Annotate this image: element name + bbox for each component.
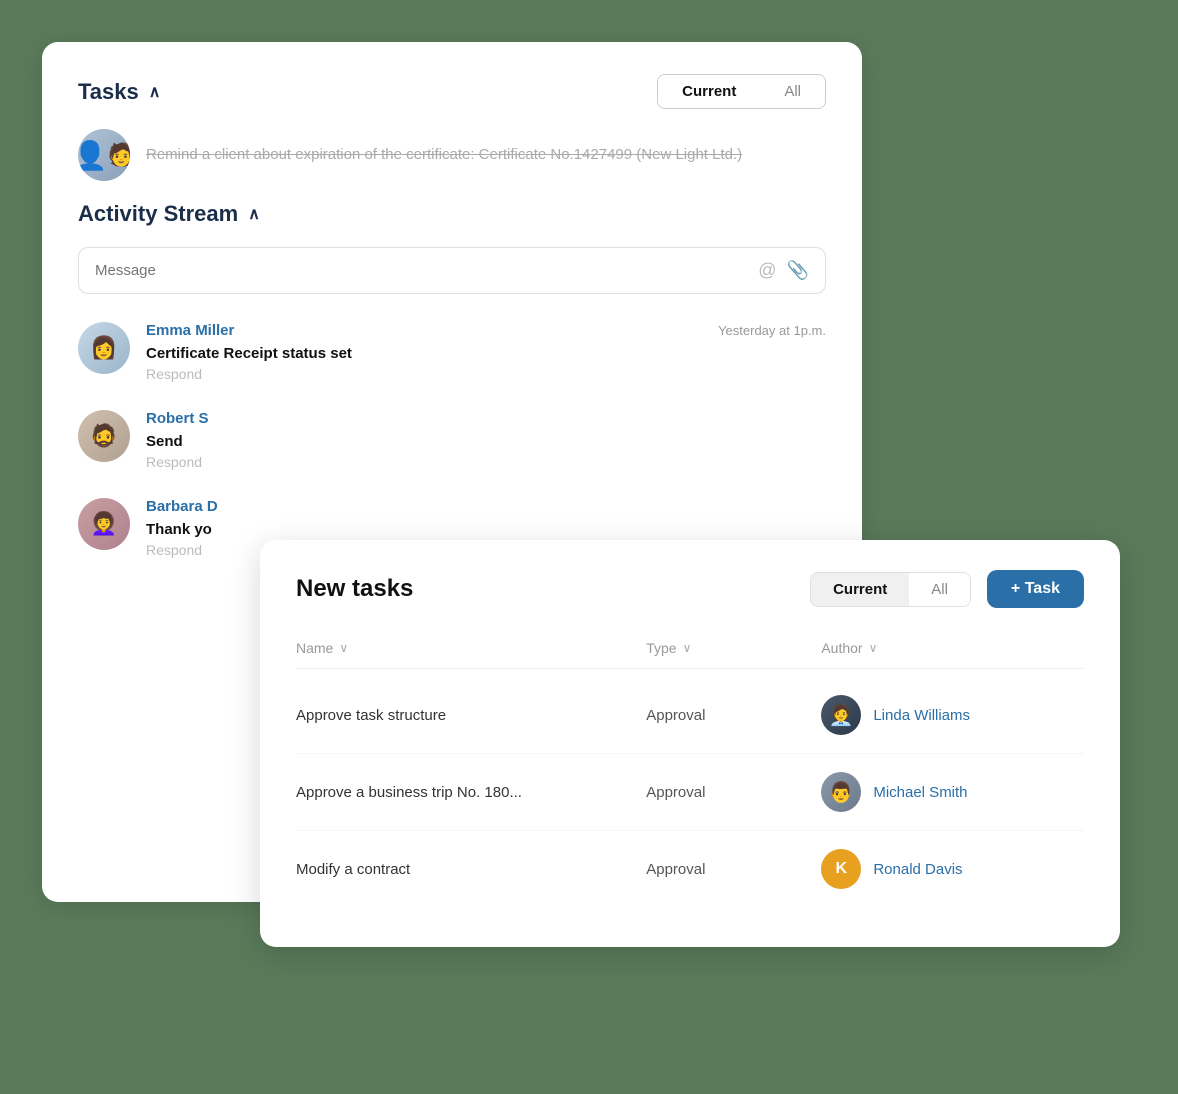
task-text: Remind a client about expiration of the … [146, 144, 742, 167]
overlay-toggle-group: Current All [810, 572, 971, 607]
activity-name-1[interactable]: Robert S [146, 410, 209, 427]
message-input-row[interactable]: @ 📎 [78, 247, 826, 294]
message-input[interactable] [95, 262, 748, 279]
row-2-name: Modify a contract [296, 861, 646, 878]
activity-respond-0[interactable]: Respond [146, 366, 826, 382]
tasks-all-btn[interactable]: All [760, 75, 825, 108]
row-2-type: Approval [646, 861, 821, 878]
overlay-controls: Current All + Task [810, 570, 1084, 608]
activity-chevron-icon[interactable]: ∧ [248, 204, 260, 224]
table-row-0: Approve task structure Approval 🧑‍💼 Lind… [296, 677, 1084, 754]
emma-avatar: 👩 [78, 322, 130, 374]
col-name-sort-icon[interactable]: ∨ [339, 641, 348, 655]
tasks-title-text: Tasks [78, 79, 139, 105]
barbara-face: 👩‍🦱 [78, 498, 130, 550]
activity-time-0: Yesterday at 1p.m. [718, 323, 826, 338]
activity-title-0: Certificate Receipt status set [146, 345, 826, 362]
activity-content-0: Emma Miller Yesterday at 1p.m. Certifica… [146, 322, 826, 382]
activity-stream-title: Activity Stream [78, 201, 238, 227]
michael-face: 👨 [829, 780, 854, 805]
attachment-icon[interactable]: 📎 [787, 260, 809, 281]
mention-icon[interactable]: @ [758, 260, 776, 281]
col-header-name: Name ∨ [296, 640, 646, 656]
row-1-author: 👨 Michael Smith [821, 772, 1084, 812]
robert-avatar: 🧔 [78, 410, 130, 462]
overlay-header: New tasks Current All + Task [296, 570, 1084, 608]
ronald-avatar: K [821, 849, 861, 889]
row-2-author: K Ronald Davis [821, 849, 1084, 889]
overlay-card: New tasks Current All + Task Name ∨ Type… [260, 540, 1120, 947]
col-type-label: Type [646, 640, 676, 656]
activity-name-0[interactable]: Emma Miller [146, 322, 234, 339]
table-row-2: Modify a contract Approval K Ronald Davi… [296, 831, 1084, 907]
activity-title-1: Send [146, 433, 826, 450]
row-0-author-name[interactable]: Linda Williams [873, 707, 970, 724]
michael-avatar: 👨 [821, 772, 861, 812]
avatar-face: 🧑 [108, 129, 130, 181]
task-avatar: 🧑 [78, 129, 130, 181]
row-0-name: Approve task structure [296, 707, 646, 724]
tasks-header: Tasks ∧ Current All [78, 74, 826, 109]
activity-stream-header: Activity Stream ∧ [78, 201, 826, 227]
table-header: Name ∨ Type ∨ Author ∨ [296, 632, 1084, 669]
table-row-1: Approve a business trip No. 180... Appro… [296, 754, 1084, 831]
emma-face: 👩 [78, 322, 130, 374]
tasks-toggle-group: Current All [657, 74, 826, 109]
robert-face: 🧔 [78, 410, 130, 462]
activity-header-0: Emma Miller Yesterday at 1p.m. [146, 322, 826, 339]
ronald-letter: K [836, 860, 848, 878]
col-header-type: Type ∨ [646, 640, 821, 656]
activity-item-1: 🧔 Robert S Send Respond [78, 410, 826, 470]
overlay-current-btn[interactable]: Current [811, 573, 909, 606]
row-0-author: 🧑‍💼 Linda Williams [821, 695, 1084, 735]
row-1-name: Approve a business trip No. 180... [296, 784, 646, 801]
tasks-title-group: Tasks ∧ [78, 79, 160, 105]
tasks-current-btn[interactable]: Current [658, 75, 760, 108]
overlay-title: New tasks [296, 575, 413, 603]
row-1-author-name[interactable]: Michael Smith [873, 784, 967, 801]
col-name-label: Name [296, 640, 333, 656]
barbara-avatar: 👩‍🦱 [78, 498, 130, 550]
row-2-author-name[interactable]: Ronald Davis [873, 861, 962, 878]
activity-header-1: Robert S [146, 410, 826, 427]
activity-title-2: Thank yo [146, 521, 826, 538]
activity-item-0: 👩 Emma Miller Yesterday at 1p.m. Certifi… [78, 322, 826, 382]
linda-avatar: 🧑‍💼 [821, 695, 861, 735]
activity-respond-1[interactable]: Respond [146, 454, 826, 470]
activity-name-2[interactable]: Barbara D [146, 498, 218, 515]
col-type-sort-icon[interactable]: ∨ [683, 641, 692, 655]
overlay-all-btn[interactable]: All [909, 573, 970, 606]
tasks-chevron-icon[interactable]: ∧ [149, 82, 161, 102]
col-author-sort-icon[interactable]: ∨ [869, 641, 878, 655]
row-0-type: Approval [646, 707, 821, 724]
linda-face: 🧑‍💼 [829, 703, 854, 728]
task-item: 🧑 Remind a client about expiration of th… [78, 129, 826, 181]
add-task-button[interactable]: + Task [987, 570, 1084, 608]
activity-header-2: Barbara D [146, 498, 826, 515]
activity-content-1: Robert S Send Respond [146, 410, 826, 470]
col-author-label: Author [821, 640, 862, 656]
col-header-author: Author ∨ [821, 640, 1084, 656]
row-1-type: Approval [646, 784, 821, 801]
